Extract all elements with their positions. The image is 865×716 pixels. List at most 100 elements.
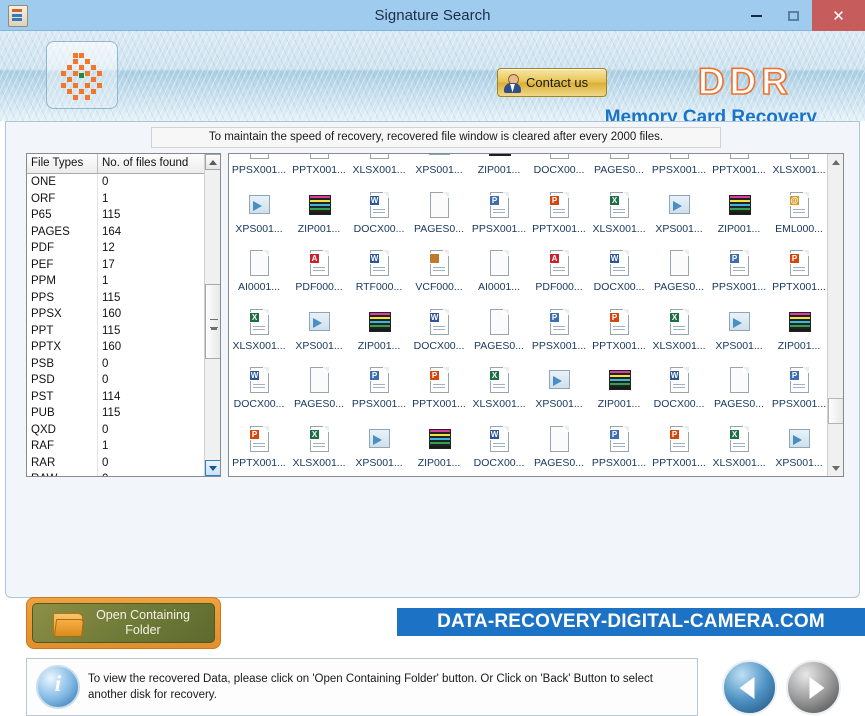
file-type-row[interactable]: PST 114 <box>27 388 220 405</box>
close-button[interactable]: ✕ <box>812 0 865 31</box>
file-grid-item[interactable]: VCF000... <box>409 245 469 304</box>
file-grid-item[interactable]: XXLSX001... <box>709 421 769 477</box>
scroll-down-button[interactable] <box>205 460 220 476</box>
file-grid-item[interactable]: ZIP001... <box>409 421 469 477</box>
file-grid-item[interactable]: PPPSX001... <box>589 421 649 477</box>
checkerboard-logo <box>46 41 118 109</box>
file-name-label: PAGES0... <box>294 398 344 410</box>
file-grid-item[interactable]: WDOCX00... <box>589 245 649 304</box>
recovered-files-grid[interactable]: PPPSX001...PPPTX001...XXLSX001...XPS001.… <box>228 153 844 477</box>
file-type-row[interactable]: RAW0 <box>27 471 220 476</box>
file-type-name: PPTX <box>27 339 98 356</box>
file-grid-item[interactable]: PAGES0... <box>589 154 649 187</box>
file-grid-item[interactable]: XXLSX001... <box>649 304 709 363</box>
file-grid-item[interactable]: PPPSX001... <box>649 154 709 187</box>
file-grid-item[interactable]: PAGES0... <box>649 245 709 304</box>
maximize-button[interactable] <box>775 0 812 31</box>
file-grid-item[interactable]: WDOCX00... <box>649 362 709 421</box>
grid-scroll-down-button[interactable] <box>828 460 843 476</box>
file-types-rows[interactable]: ONE 0 ORF 1 P65 115 PAGES 164 PDF 12 PEF 17 PPM 1 PPS 1… <box>27 174 220 476</box>
file-grid-item[interactable]: PPPSX001... <box>529 304 589 363</box>
file-grid-item[interactable]: A PDF000... <box>289 245 349 304</box>
file-type-row[interactable]: PDF 12 <box>27 240 220 257</box>
file-grid-item[interactable]: PPPSX001... <box>349 362 409 421</box>
file-grid-item[interactable]: W RTF000... <box>349 245 409 304</box>
minimize-button[interactable] <box>738 0 775 31</box>
file-grid-item[interactable]: PPPTX001... <box>289 154 349 187</box>
file-grid-item[interactable]: XPS001... <box>769 421 829 477</box>
file-grid-item[interactable]: ZIP001... <box>469 154 529 187</box>
file-type-row[interactable]: PSB 0 <box>27 355 220 372</box>
grid-scrollbar-thumb[interactable] <box>828 398 843 424</box>
file-grid-item[interactable]: XPS001... <box>529 362 589 421</box>
file-grid-item[interactable]: PPPTX001... <box>529 187 589 246</box>
file-grid-item[interactable]: PPPTX001... <box>229 421 289 477</box>
file-type-row[interactable]: P65 115 <box>27 207 220 224</box>
file-grid-item[interactable]: PAGES0... <box>709 362 769 421</box>
file-type-row[interactable]: PUB 115 <box>27 405 220 422</box>
file-grid-item[interactable]: AI0001... <box>469 245 529 304</box>
file-grid-item[interactable]: XPS001... <box>709 304 769 363</box>
file-grid-item[interactable]: @ EML000... <box>769 187 829 246</box>
file-type-row[interactable]: PPTX 160 <box>27 339 220 356</box>
file-type-row[interactable]: ONE 0 <box>27 174 220 191</box>
file-grid-item[interactable]: XPS001... <box>289 304 349 363</box>
file-type-row[interactable]: PEF 17 <box>27 256 220 273</box>
file-grid-item[interactable]: XPS001... <box>409 154 469 187</box>
file-grid-item[interactable]: XXLSX001... <box>469 362 529 421</box>
file-type-row[interactable]: PPSX 160 <box>27 306 220 323</box>
file-type-row[interactable]: PPT 115 <box>27 322 220 339</box>
file-grid-item[interactable]: XPS001... <box>229 187 289 246</box>
file-grid-item[interactable]: ZIP001... <box>349 304 409 363</box>
back-button[interactable] <box>722 660 777 715</box>
file-type-row[interactable]: PPM 1 <box>27 273 220 290</box>
file-grid-item[interactable]: PAGES0... <box>409 187 469 246</box>
file-grid-item[interactable]: PPPSX001... <box>769 362 829 421</box>
file-grid-item[interactable]: A PDF000... <box>529 245 589 304</box>
file-type-row[interactable]: RAR 0 <box>27 454 220 471</box>
file-grid-item[interactable]: XXLSX001... <box>349 154 409 187</box>
file-grid-item[interactable]: PPPTX001... <box>649 421 709 477</box>
file-grid-item[interactable]: PPPSX001... <box>709 245 769 304</box>
file-grid-item[interactable]: PPPTX001... <box>589 304 649 363</box>
grid-scrollbar[interactable] <box>827 154 843 476</box>
file-type-row[interactable]: PPS 115 <box>27 289 220 306</box>
file-grid-item[interactable]: WDOCX00... <box>349 187 409 246</box>
file-types-scrollbar[interactable] <box>204 154 220 476</box>
scrollbar-thumb[interactable] <box>205 284 220 359</box>
file-grid-item[interactable]: PAGES0... <box>469 304 529 363</box>
file-grid-item[interactable]: WDOCX00... <box>529 154 589 187</box>
scroll-up-button[interactable] <box>205 154 220 170</box>
file-grid-item[interactable]: PPPSX001... <box>229 154 289 187</box>
file-grid-item[interactable]: PPPSX001... <box>469 187 529 246</box>
file-type-row[interactable]: QXD 0 <box>27 421 220 438</box>
file-grid-item[interactable]: AI0001... <box>229 245 289 304</box>
file-grid-item[interactable]: XPS001... <box>649 187 709 246</box>
file-type-row[interactable]: RAF 1 <box>27 438 220 455</box>
file-grid-item[interactable]: XXLSX001... <box>229 304 289 363</box>
file-type-row[interactable]: ORF 1 <box>27 190 220 207</box>
file-name-label: PPTX001... <box>592 339 646 352</box>
file-grid-item[interactable]: XPS001... <box>349 421 409 477</box>
file-grid-item[interactable]: PPPTX001... <box>709 154 769 187</box>
file-grid-item[interactable]: ZIP001... <box>769 304 829 363</box>
grid-scroll-up-button[interactable] <box>828 154 843 170</box>
file-name-label: ZIP001... <box>417 456 461 469</box>
file-grid-item[interactable]: WDOCX00... <box>409 304 469 363</box>
open-containing-folder-button[interactable]: Open Containing Folder <box>26 597 221 649</box>
file-grid-item[interactable]: XXLSX001... <box>589 187 649 246</box>
file-grid-item[interactable]: XXLSX001... <box>289 421 349 477</box>
file-grid-item[interactable]: WDOCX00... <box>469 421 529 477</box>
file-grid-item[interactable]: ZIP001... <box>709 187 769 246</box>
file-grid-item[interactable]: PPPTX001... <box>769 245 829 304</box>
file-grid-item[interactable]: ZIP001... <box>589 362 649 421</box>
file-grid-item[interactable]: PAGES0... <box>529 421 589 477</box>
file-type-row[interactable]: PSD 0 <box>27 372 220 389</box>
file-grid-item[interactable]: PPPTX001... <box>409 362 469 421</box>
file-grid-item[interactable]: ZIP001... <box>289 187 349 246</box>
contact-us-button[interactable]: Contact us <box>497 68 607 97</box>
file-grid-item[interactable]: XXLSX001... <box>769 154 829 187</box>
file-grid-item[interactable]: PAGES0... <box>289 362 349 421</box>
file-grid-item[interactable]: WDOCX00... <box>229 362 289 421</box>
file-type-row[interactable]: PAGES 164 <box>27 223 220 240</box>
